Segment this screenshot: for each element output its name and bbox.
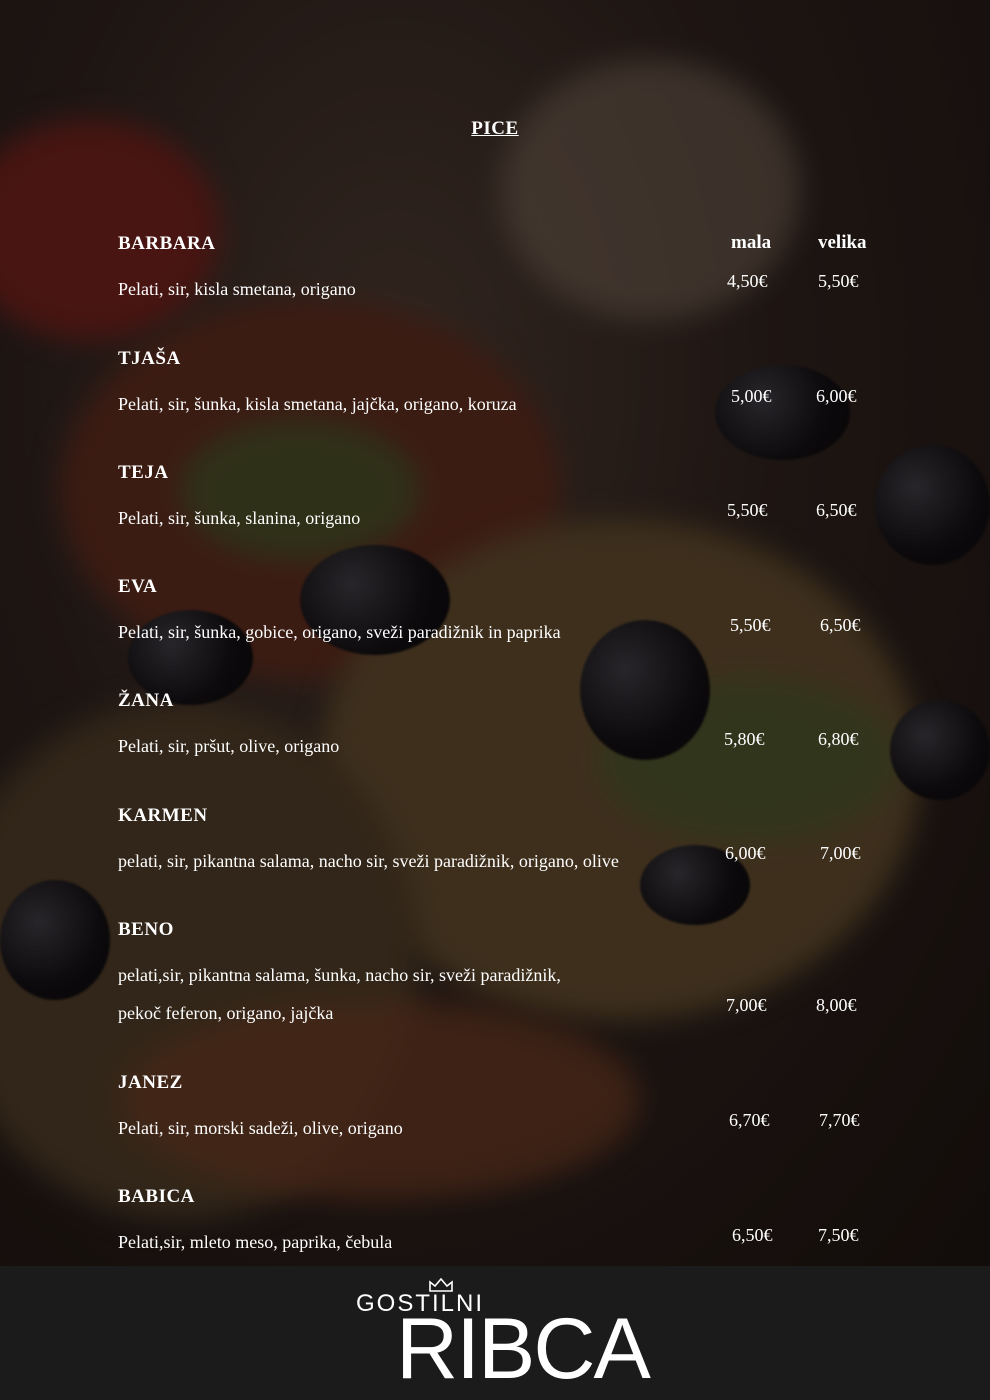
price-small: 6,70€	[729, 1110, 770, 1130]
price-large: 5,50€	[818, 271, 859, 291]
price-small: 5,80€	[724, 729, 765, 749]
price-small: 5,00€	[731, 386, 772, 406]
price-large: 7,00€	[820, 843, 861, 863]
price-large: 6,80€	[818, 729, 859, 749]
price-small: 6,50€	[732, 1225, 773, 1245]
logo-bottom-text: RIBCA	[396, 1301, 651, 1397]
menu-title: PICE	[471, 118, 519, 139]
price-large: 7,50€	[818, 1225, 859, 1245]
item-name: BENO	[118, 919, 174, 940]
price-small: 6,00€	[725, 843, 766, 863]
restaurant-logo: GOSTILNI RIBCA	[356, 1278, 651, 1394]
price-small: 4,50€	[727, 271, 768, 291]
price-large: 8,00€	[816, 995, 857, 1015]
price-small: 7,00€	[726, 995, 767, 1015]
price-large: 6,50€	[820, 615, 861, 635]
price-large: 6,50€	[816, 500, 857, 520]
price-large: 7,70€	[819, 1110, 860, 1130]
price-large: 6,00€	[816, 386, 857, 406]
price-small: 5,50€	[727, 500, 768, 520]
price-small: 5,50€	[730, 615, 771, 635]
